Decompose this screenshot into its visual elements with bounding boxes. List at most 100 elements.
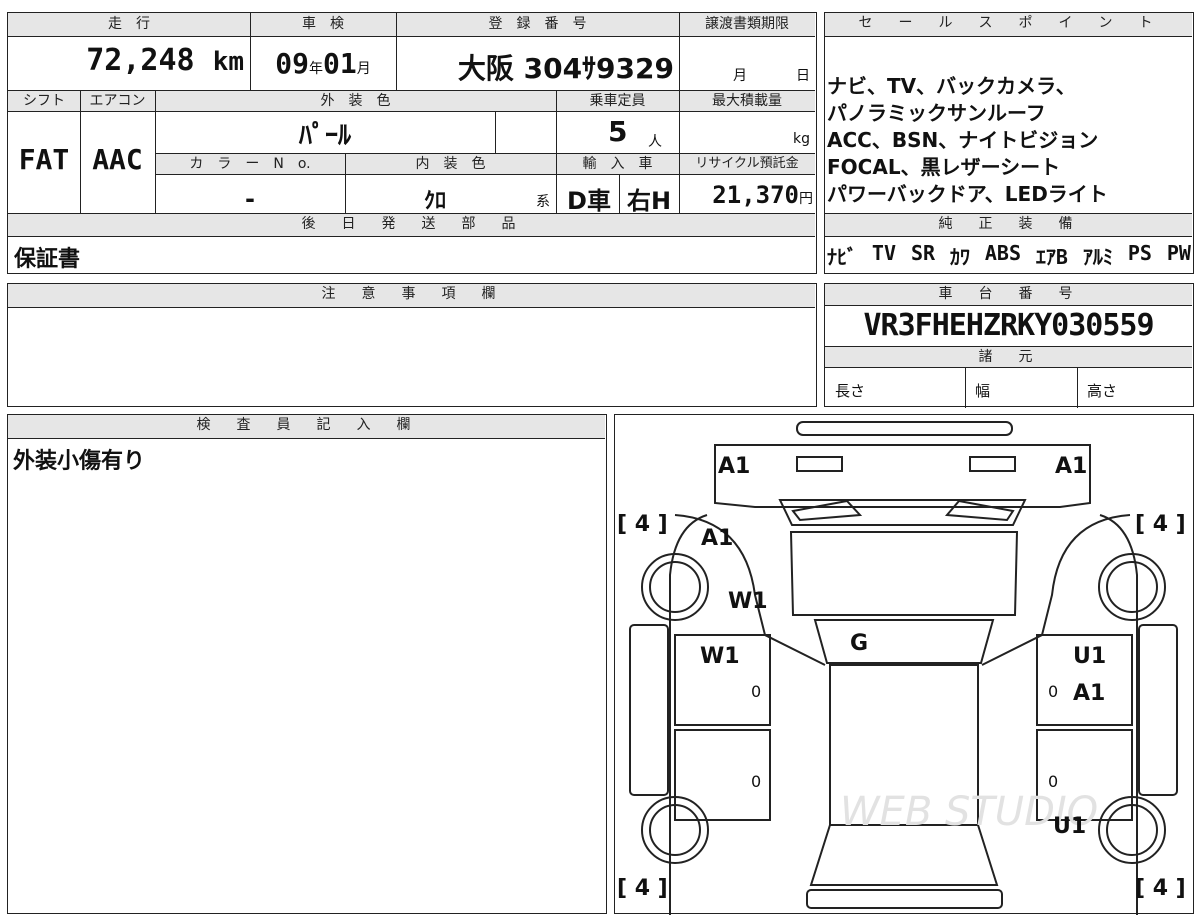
headlight-left <box>796 456 843 472</box>
registration-label: 登 録 番 号 <box>488 16 587 32</box>
specs-header: 諸 元 <box>825 346 1192 368</box>
grid-line <box>619 175 620 213</box>
color-no-value: - <box>245 185 255 213</box>
tire-mark-rear-left: [ 4 ] <box>617 876 668 901</box>
wheel-front-right <box>1098 553 1166 621</box>
notes-block: 注 意 事 項 欄 <box>7 283 817 407</box>
wheel-front-right-inner <box>1106 561 1158 613</box>
zero-mark: 0 <box>1048 682 1058 701</box>
chassis-header: 車 台 番 号 <box>825 284 1192 306</box>
equipment-item: SR <box>910 241 936 265</box>
mark-fender-left: W1 <box>728 589 768 614</box>
deadline-month-unit: 月 <box>733 68 747 84</box>
zero-mark: 0 <box>1048 772 1058 791</box>
grid-line <box>250 13 251 90</box>
mileage-label: 走 行 <box>108 16 150 32</box>
front-bumper <box>796 421 1013 436</box>
exterior-color-label: 外 装 色 <box>320 93 391 109</box>
zero-mark: 0 <box>751 682 761 701</box>
mark-rear-right: U1 <box>1053 814 1086 839</box>
sales-point-line: ACC、BSN、ナイトビジョン <box>827 128 1099 152</box>
recycle-label: リサイクル預託金 <box>695 156 799 171</box>
mark-front-left: A1 <box>718 454 750 479</box>
left-sill <box>629 624 669 796</box>
hood-vent-right <box>944 499 1015 522</box>
spec-height-label: 高さ <box>1087 382 1118 400</box>
grid-line <box>155 90 156 213</box>
wheel-front-left-inner <box>649 561 701 613</box>
grid-line <box>495 112 496 153</box>
capacity-label: 乗車定員 <box>589 93 646 109</box>
notes-header: 注 意 事 項 欄 <box>8 284 815 308</box>
right-sill <box>1138 624 1178 796</box>
equipment-item: ｱﾙﾐ <box>1082 245 1113 269</box>
windshield-area <box>789 531 1019 616</box>
mark-front-right: A1 <box>1055 454 1087 479</box>
equipment-item: ﾅﾋﾞ <box>827 245 857 269</box>
mark-front-door-right-top: U1 <box>1073 644 1106 669</box>
max-load-unit: kg <box>793 131 810 147</box>
sales-points-block: セ ー ル ス ポ イ ン ト ナビ、TV、バックカメラ、 パノラミックサンルー… <box>824 12 1194 274</box>
inspector-block: 検 査 員 記 入 欄 外装小傷有り <box>7 414 607 914</box>
inspection-value: 09年01月 <box>275 47 371 80</box>
equipment-item: ABS <box>984 241 1021 265</box>
shift-label: シフト <box>23 93 65 109</box>
front-body <box>714 444 1091 508</box>
equipment-header: 純 正 装 備 <box>825 213 1192 237</box>
equipment-item: PW <box>1166 241 1191 265</box>
sales-points-header: セ ー ル ス ポ イ ン ト <box>825 13 1192 37</box>
later-parts-header: 後 日 発 送 部 品 <box>8 213 815 237</box>
grid-line <box>1077 368 1078 408</box>
mark-hood-left: A1 <box>701 526 733 551</box>
zero-mark: 0 <box>751 772 761 791</box>
mileage-value: 72,248 km <box>86 43 244 78</box>
sales-point-line: FOCAL、黒レザーシート <box>827 155 1061 179</box>
hood <box>778 499 1027 526</box>
roof <box>813 619 995 664</box>
grid-line <box>396 13 397 90</box>
hood-vent-left <box>791 499 863 522</box>
sales-point-line: パノラミックサンルーフ <box>827 101 1046 125</box>
chassis-number: VR3FHEHZRKY030559 <box>863 308 1154 343</box>
grid-line <box>556 90 557 213</box>
tire-mark-rear-right: [ 4 ] <box>1135 876 1186 901</box>
max-load-label: 最大積載量 <box>712 93 782 109</box>
grid-line <box>345 153 346 213</box>
car-diagram: WEB STUDIO [ 4 ] [ 4 ] [ 4 ] [ 4 ] A1 A1… <box>617 421 1186 915</box>
import-label: 輸 入 車 <box>582 156 653 172</box>
sales-point-line: パワーバックドア、LEDライト <box>827 182 1108 206</box>
color-no-label: カ ラ ー N o. <box>189 156 311 172</box>
chassis-block: 車 台 番 号 VR3FHEHZRKY030559 諸 元 長さ 幅 高さ <box>824 283 1194 408</box>
aircon-value: AAC <box>92 143 143 176</box>
rear-bumper <box>806 889 1003 909</box>
equipment-item: TV <box>871 241 897 265</box>
grid-line <box>965 368 966 408</box>
tire-mark-front-right: [ 4 ] <box>1135 512 1186 537</box>
equipment-list: ﾅﾋﾞ TV SR ｶﾜ ABS ｴｱB ｱﾙﾐ PS PW <box>827 241 1191 270</box>
equipment-item: PS <box>1127 241 1152 265</box>
spec-length-label: 長さ <box>835 382 866 400</box>
recycle-value: 21,370円 <box>712 181 813 209</box>
vehicle-info-block: 走 行 車 検 登 録 番 号 譲渡書類期限 72,248 km 09年01月 … <box>7 12 817 274</box>
handle-value: 右H <box>626 187 672 215</box>
equipment-item: ｶﾜ <box>949 245 970 269</box>
wheel-front-left <box>641 553 709 621</box>
transfer-deadline-label: 譲渡書類期限 <box>705 16 789 32</box>
headlight-right <box>969 456 1016 472</box>
mark-front-door-right: A1 <box>1073 681 1105 706</box>
grid-line <box>80 90 81 213</box>
tire-mark-front-left: [ 4 ] <box>617 512 668 537</box>
spec-width-label: 幅 <box>975 382 991 400</box>
mark-windshield: G <box>850 631 868 656</box>
aircon-label: エアコン <box>89 93 146 109</box>
registration-value: 大阪 304ｻ9329 <box>457 52 674 85</box>
interior-color-suffix: 系 <box>536 194 550 210</box>
car-diagram-block: WEB STUDIO [ 4 ] [ 4 ] [ 4 ] [ 4 ] A1 A1… <box>614 414 1194 915</box>
later-parts-value: 保証書 <box>14 247 81 272</box>
equipment-item: ｴｱB <box>1035 245 1068 269</box>
exterior-color-value: ﾊﾟｰﾙ <box>298 121 351 151</box>
capacity-value: 5 <box>608 115 628 148</box>
mark-front-door-left: W1 <box>700 644 740 669</box>
capacity-unit: 人 <box>648 134 662 150</box>
sales-point-line: ナビ、TV、バックカメラ、 <box>827 74 1076 98</box>
